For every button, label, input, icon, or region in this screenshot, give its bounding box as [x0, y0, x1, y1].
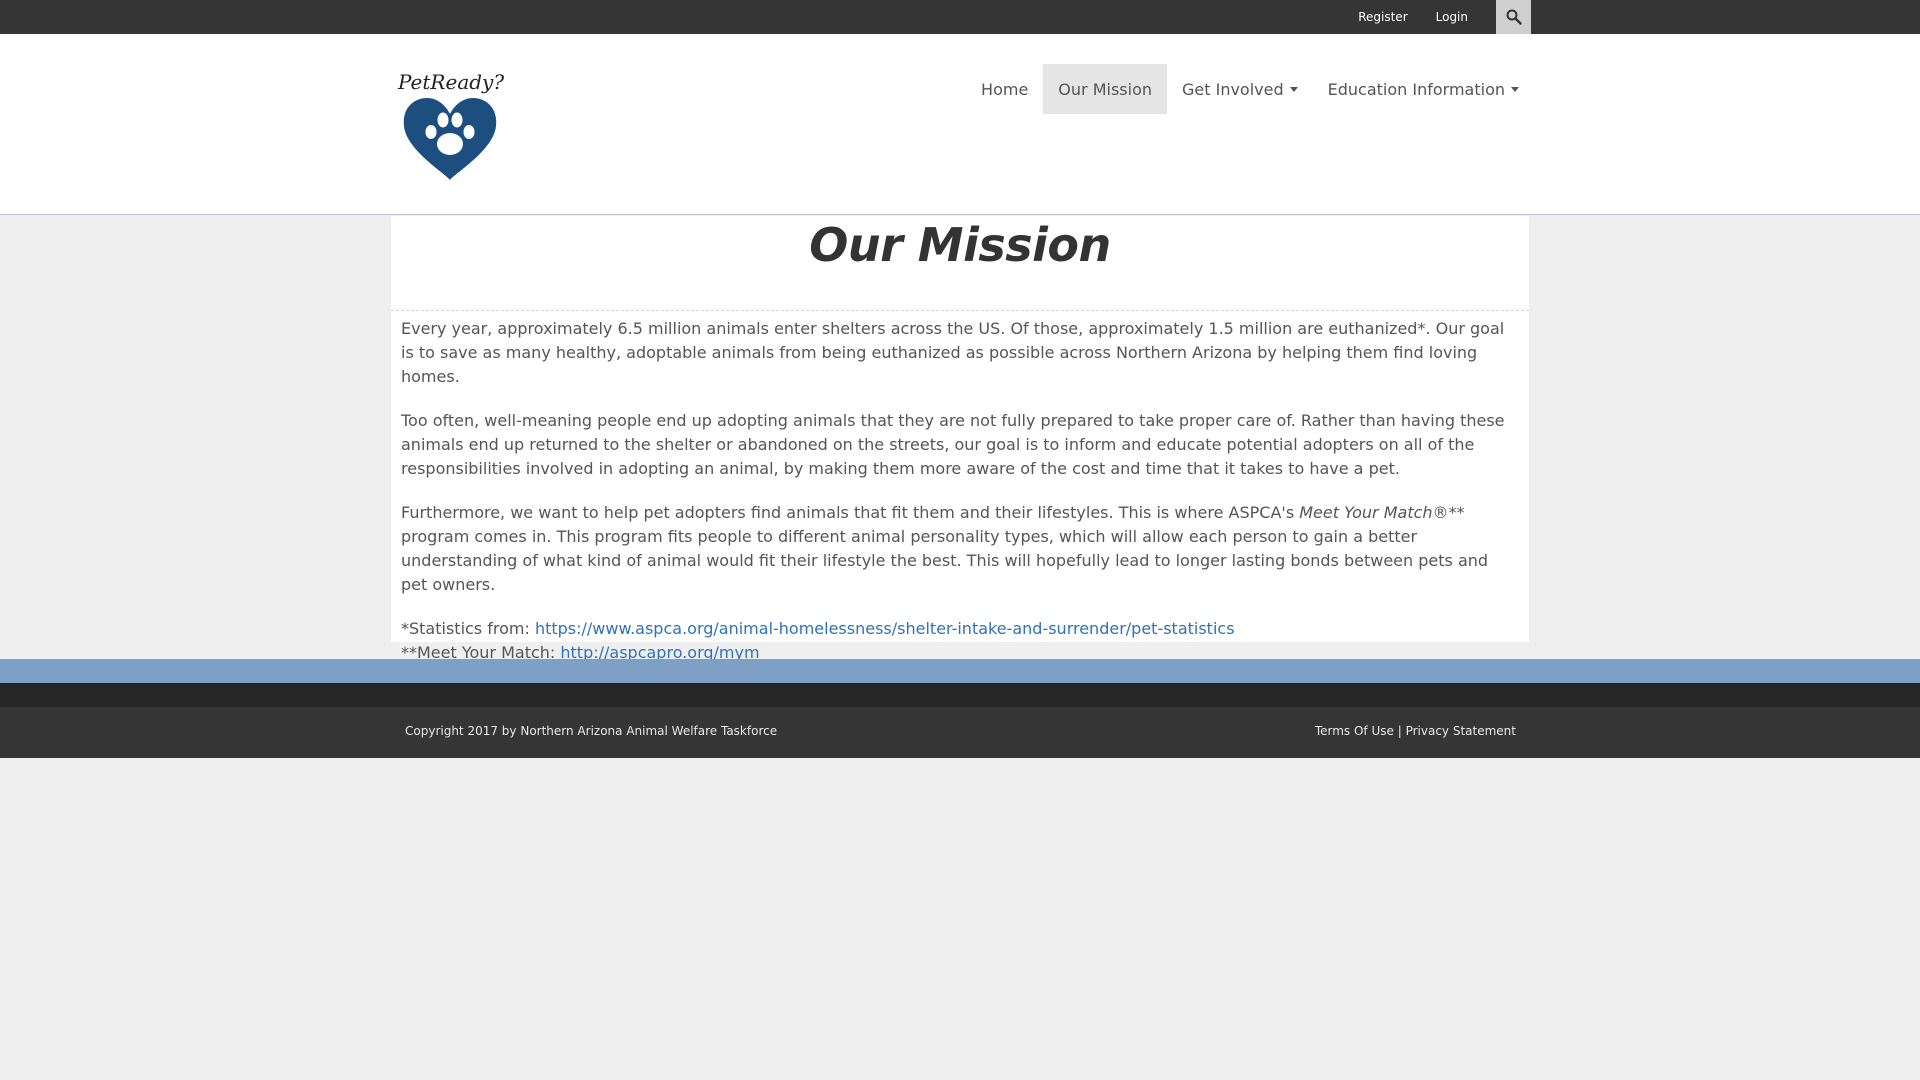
mission-body: Every year, approximately 6.5 million an…	[391, 311, 1529, 665]
nav-get-involved[interactable]: Get Involved	[1167, 64, 1313, 114]
mission-paragraph-2: Too often, well-meaning people end up ad…	[401, 411, 1505, 478]
nav-home-label: Home	[981, 79, 1029, 99]
site-logo[interactable]: PetReady?	[398, 70, 508, 215]
statistics-link[interactable]: https://www.aspca.org/animal-homelessnes…	[535, 619, 1235, 638]
logo-text: PetReady?	[398, 70, 505, 94]
footer-accent-stripe	[0, 659, 1920, 683]
site-header: PetReady? Home Our Mission Get Involved …	[0, 34, 1920, 215]
p3-text-before: Furthermore, we want to help pet adopter…	[401, 503, 1300, 522]
page-title: Our Mission	[391, 216, 1529, 311]
mission-paragraph-3: Furthermore, we want to help pet adopter…	[401, 501, 1519, 597]
caret-down-icon	[1511, 86, 1519, 92]
meet-your-match-name: Meet Your Match®	[1299, 503, 1449, 522]
nav-education-information[interactable]: Education Information	[1313, 64, 1534, 114]
content-card: Our Mission Every year, approximately 6.…	[391, 216, 1529, 662]
statistics-reference: *Statistics from: https://www.aspca.org/…	[401, 617, 1519, 641]
nav-our-mission[interactable]: Our Mission	[1043, 64, 1167, 114]
copyright-text: Copyright 2017 by Northern Arizona Anima…	[405, 724, 778, 738]
search-button[interactable]	[1496, 0, 1531, 34]
login-link[interactable]: Login	[1436, 10, 1468, 24]
terms-of-use-link[interactable]: Terms Of Use	[1315, 724, 1394, 738]
search-icon	[1506, 9, 1522, 25]
references: *Statistics from: https://www.aspca.org/…	[401, 617, 1519, 665]
topbar-links: Register Login	[1358, 0, 1531, 34]
privacy-statement-link[interactable]: Privacy Statement	[1406, 724, 1516, 738]
site-footer: Copyright 2017 by Northern Arizona Anima…	[0, 707, 1920, 758]
nav-education-information-label: Education Information	[1327, 79, 1505, 99]
footer-separator: |	[1397, 724, 1402, 738]
heart-paw-icon	[403, 98, 497, 180]
register-link[interactable]: Register	[1358, 10, 1407, 24]
statistics-label: *Statistics from:	[401, 619, 535, 638]
footer-dark-band	[0, 683, 1920, 707]
nav-get-involved-label: Get Involved	[1182, 79, 1284, 99]
mission-paragraph-1: Every year, approximately 6.5 million an…	[401, 319, 1505, 386]
nav-home[interactable]: Home	[966, 64, 1043, 114]
nav-our-mission-label: Our Mission	[1058, 79, 1152, 99]
top-utility-bar: Register Login	[0, 0, 1920, 34]
main-nav: Home Our Mission Get Involved Education …	[966, 64, 1534, 114]
footer-links: Terms Of Use | Privacy Statement	[1315, 724, 1516, 738]
caret-down-icon	[1289, 86, 1298, 92]
